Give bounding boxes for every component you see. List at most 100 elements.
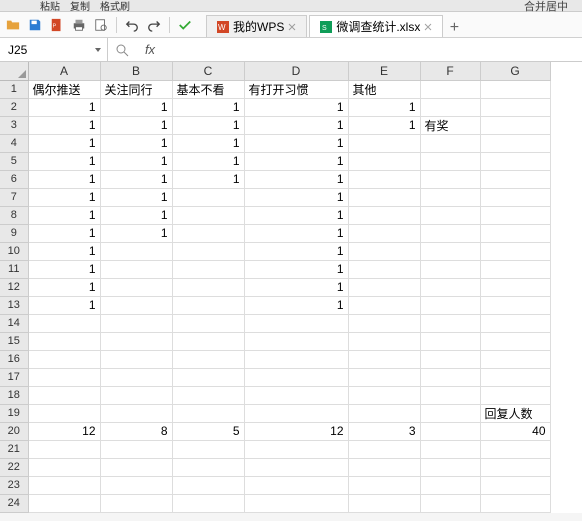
cell[interactable]	[100, 476, 172, 494]
insert-function-button[interactable]: fx	[136, 38, 164, 61]
cell[interactable]	[480, 224, 550, 242]
row-header[interactable]: 12	[0, 278, 28, 296]
cell[interactable]	[348, 206, 420, 224]
row-header[interactable]: 7	[0, 188, 28, 206]
cell[interactable]	[172, 476, 244, 494]
name-box[interactable]	[0, 38, 108, 61]
cell[interactable]	[28, 440, 100, 458]
cell[interactable]	[172, 224, 244, 242]
cell[interactable]	[348, 440, 420, 458]
cell[interactable]	[348, 386, 420, 404]
cell[interactable]	[480, 350, 550, 368]
cell[interactable]	[420, 332, 480, 350]
row-header[interactable]: 8	[0, 206, 28, 224]
row-header[interactable]: 11	[0, 260, 28, 278]
cell[interactable]	[480, 296, 550, 314]
row-header[interactable]: 24	[0, 494, 28, 512]
cell[interactable]	[100, 386, 172, 404]
cell[interactable]: 1	[28, 278, 100, 296]
cell[interactable]: 1	[28, 206, 100, 224]
cell[interactable]	[348, 188, 420, 206]
tab-file[interactable]: S 微调查统计.xlsx	[309, 15, 443, 37]
cell[interactable]: 40	[480, 422, 550, 440]
cell[interactable]: 回复人数	[480, 404, 550, 422]
cell[interactable]: 1	[28, 170, 100, 188]
cell[interactable]: 1	[244, 152, 348, 170]
cell[interactable]	[420, 458, 480, 476]
cell[interactable]	[420, 170, 480, 188]
cell[interactable]: 有奖	[420, 116, 480, 134]
row-header[interactable]: 18	[0, 386, 28, 404]
cell[interactable]: 5	[172, 422, 244, 440]
row-header[interactable]: 1	[0, 80, 28, 98]
cell[interactable]	[420, 278, 480, 296]
cell[interactable]	[100, 350, 172, 368]
cell[interactable]	[480, 314, 550, 332]
cell[interactable]	[480, 98, 550, 116]
cell[interactable]	[100, 332, 172, 350]
cell[interactable]	[348, 476, 420, 494]
cell[interactable]	[420, 224, 480, 242]
close-icon[interactable]	[288, 23, 296, 31]
cell[interactable]	[244, 440, 348, 458]
cell[interactable]	[348, 170, 420, 188]
cell[interactable]	[480, 386, 550, 404]
cell[interactable]: 1	[244, 188, 348, 206]
cell[interactable]: 1	[244, 134, 348, 152]
cell[interactable]: 1	[28, 134, 100, 152]
row-header[interactable]: 3	[0, 116, 28, 134]
cell[interactable]: 1	[28, 188, 100, 206]
cell[interactable]	[100, 458, 172, 476]
add-tab-button[interactable]: +	[445, 19, 463, 37]
cell[interactable]: 其他	[348, 80, 420, 98]
cell[interactable]: 1	[100, 188, 172, 206]
cell[interactable]	[480, 134, 550, 152]
cell[interactable]	[348, 242, 420, 260]
cell[interactable]	[100, 278, 172, 296]
open-icon[interactable]	[4, 16, 22, 34]
cell[interactable]	[28, 386, 100, 404]
cancel-formula-icon[interactable]	[108, 38, 136, 61]
cell[interactable]	[244, 332, 348, 350]
cell[interactable]	[100, 404, 172, 422]
cell[interactable]	[244, 386, 348, 404]
print-preview-icon[interactable]	[92, 16, 110, 34]
export-pdf-icon[interactable]: P	[48, 16, 66, 34]
cell[interactable]: 1	[348, 98, 420, 116]
cell[interactable]	[480, 476, 550, 494]
cell[interactable]	[172, 440, 244, 458]
column-header[interactable]: G	[480, 62, 550, 80]
cell[interactable]	[244, 368, 348, 386]
cell[interactable]	[348, 494, 420, 512]
row-header[interactable]: 15	[0, 332, 28, 350]
cell[interactable]	[28, 350, 100, 368]
row-header[interactable]: 14	[0, 314, 28, 332]
cell[interactable]	[28, 332, 100, 350]
cell[interactable]	[420, 314, 480, 332]
column-header[interactable]: E	[348, 62, 420, 80]
column-header[interactable]: D	[244, 62, 348, 80]
cell[interactable]	[172, 368, 244, 386]
cell[interactable]	[172, 278, 244, 296]
cell[interactable]: 1	[172, 116, 244, 134]
cell[interactable]	[480, 116, 550, 134]
cell[interactable]	[420, 386, 480, 404]
cell[interactable]: 8	[100, 422, 172, 440]
cell[interactable]	[172, 206, 244, 224]
cell[interactable]	[28, 404, 100, 422]
cell[interactable]: 1	[100, 98, 172, 116]
cell[interactable]	[172, 458, 244, 476]
cell[interactable]: 1	[244, 278, 348, 296]
checkmark-icon[interactable]	[176, 16, 194, 34]
cell[interactable]: 1	[172, 134, 244, 152]
cell[interactable]	[244, 350, 348, 368]
column-header[interactable]: F	[420, 62, 480, 80]
cell[interactable]	[480, 170, 550, 188]
name-box-dropdown[interactable]	[88, 38, 107, 61]
cell[interactable]: 有打开习惯	[244, 80, 348, 98]
cell[interactable]	[100, 494, 172, 512]
cell[interactable]: 12	[28, 422, 100, 440]
cell[interactable]	[480, 188, 550, 206]
name-box-input[interactable]	[0, 38, 88, 61]
cell[interactable]	[420, 242, 480, 260]
